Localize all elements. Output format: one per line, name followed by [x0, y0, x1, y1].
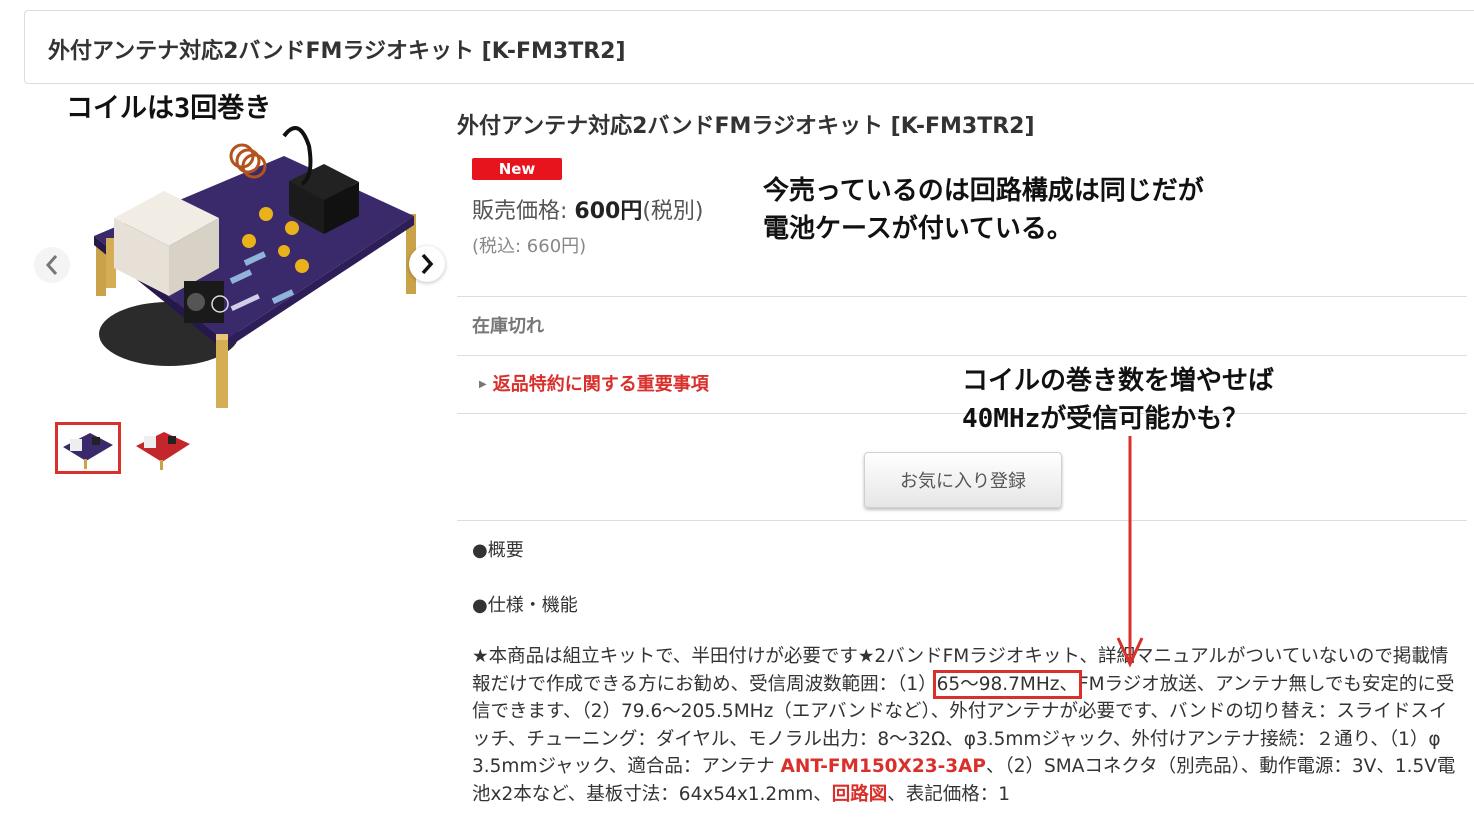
divider — [457, 520, 1467, 521]
stock-status: 在庫切れ — [472, 316, 544, 337]
price-label: 販売価格: — [472, 199, 575, 224]
caret-right-icon: ▶ — [479, 379, 487, 390]
return-policy-link[interactable]: ▶ 返品特約に関する重要事項 — [479, 370, 709, 396]
thumbnail-image — [136, 432, 190, 470]
page-title: 外付アンテナ対応2バンドFMラジオキット [K-FM3TR2] — [48, 39, 626, 64]
price: 販売価格: 600円(税別) — [472, 193, 704, 225]
annotation-line: 40MHzが受信可能かも？ — [962, 404, 1249, 434]
price-value: 600円 — [574, 199, 643, 224]
annotation-line: 電池ケースが付いている。 — [763, 214, 1073, 244]
annotation-line: コイルの巻き数を増やせば — [962, 366, 1275, 396]
chevron-right-icon — [421, 253, 434, 275]
schematic-link[interactable]: 回路図 — [832, 784, 888, 805]
tax-included-price: (税込: 660円) — [472, 236, 587, 257]
antenna-link[interactable]: ANT-FM150X23-3AP — [781, 756, 986, 777]
section-specs: ●仕様・機能 — [472, 595, 578, 616]
product-image-carousel — [34, 106, 454, 416]
section-overview: ●概要 — [472, 540, 524, 561]
product-description: ★本商品は組立キットで、半田付けが必要です★2バンドFMラジオキット、詳細マニュ… — [472, 643, 1457, 808]
annotation-current-product: 今売っているのは回路構成は同じだが 電池ケースが付いている。 — [763, 172, 1204, 248]
divider — [457, 355, 1467, 356]
thumbnail-2[interactable] — [130, 422, 196, 474]
carousel-next-button[interactable] — [409, 246, 445, 282]
product-image — [94, 126, 416, 408]
chevron-left-icon — [45, 255, 58, 275]
thumbnail-1[interactable] — [55, 422, 121, 474]
favorite-button[interactable]: お気に入り登録 — [864, 452, 1062, 508]
frequency-highlight: 65～98.7MHz、 — [932, 669, 1082, 699]
price-suffix: (税別) — [642, 199, 704, 224]
return-policy-label: 返品特約に関する重要事項 — [492, 374, 709, 395]
new-badge: New — [472, 158, 562, 180]
product-title: 外付アンテナ対応2バンドFMラジオキット [K-FM3TR2] — [457, 114, 1035, 139]
divider — [457, 296, 1467, 297]
thumbnail-image — [63, 433, 113, 469]
annotation-line: 今売っているのは回路構成は同じだが — [763, 176, 1204, 206]
annotation-more-turns: コイルの巻き数を増やせば 40MHzが受信可能かも？ — [962, 362, 1274, 438]
title-bar: 外付アンテナ対応2バンドFMラジオキット [K-FM3TR2] — [24, 10, 1474, 84]
description-text: 、表記価格：1 — [887, 783, 1011, 805]
carousel-prev-button[interactable] — [34, 247, 70, 283]
